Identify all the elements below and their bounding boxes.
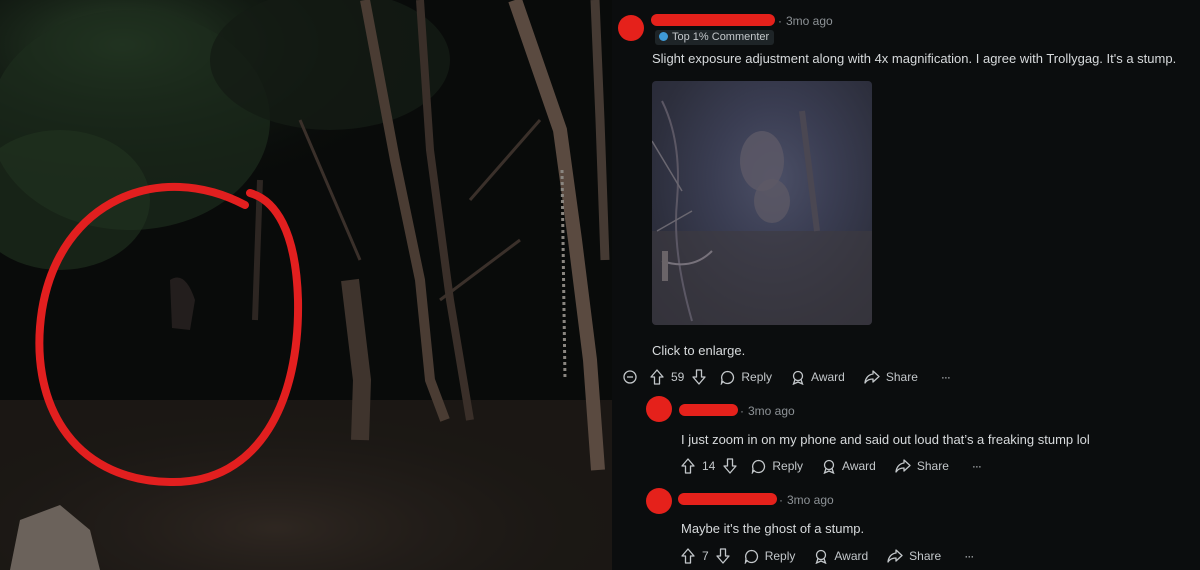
vote-count: 7 [702,549,709,563]
comment-actions: 7 Reply Award Share ··· [681,546,974,566]
more-options-button[interactable]: ··· [964,549,974,563]
comment-timestamp: · 3mo ago [740,404,795,418]
reply-button[interactable]: Reply [751,459,803,474]
reply-button[interactable]: Reply [744,549,796,564]
share-label: Share [916,459,949,473]
more-options-button[interactable]: ··· [940,370,951,384]
share-arrow-icon [864,370,880,384]
reply-label: Reply [741,370,773,384]
comment-body: I just zoom in on my phone and said out … [681,432,1090,447]
more-options-button[interactable]: ··· [971,459,982,473]
share-button[interactable]: Share [887,549,941,563]
share-arrow-icon [887,549,903,563]
award-label: Award [834,549,869,563]
upvote-button[interactable] [681,458,695,474]
timestamp-text: 3mo ago [786,14,833,28]
downvote-icon [716,548,730,564]
downvote-button[interactable] [723,458,738,474]
comment-timestamp: · 3mo ago [779,493,834,507]
timestamp-text: 3mo ago [748,404,795,418]
reply-label: Reply [772,459,804,473]
comment-actions: 14 Reply Award Share ··· [681,456,982,476]
flair-icon [659,32,668,41]
user-flair: Top 1% Commenter [655,30,775,45]
vote-count: 59 [671,370,684,384]
award-label: Award [842,459,876,473]
award-button[interactable]: Award [822,459,876,474]
award-button[interactable]: Award [814,549,868,564]
reply-button[interactable]: Reply [720,370,772,385]
award-icon [792,370,804,385]
comment-body: Slight exposure adjustment along with 4x… [652,51,1177,66]
downvote-button[interactable] [692,369,707,385]
thumbnail-image [652,100,872,325]
more-icon: ··· [964,549,974,563]
avatar[interactable] [646,488,672,514]
more-icon: ··· [940,370,951,384]
redacted-username [651,14,775,26]
share-label: Share [885,370,918,384]
vote-count-text: 14 [702,459,716,473]
upvote-icon [681,458,695,474]
upvote-icon [650,369,664,385]
comment-image-thumbnail[interactable] [652,81,872,325]
comment-thread: · 3mo ago Top 1% Commenter Slight exposur… [612,0,1200,570]
share-arrow-icon [895,459,911,473]
award-button[interactable]: Award [791,370,845,385]
comment-timestamp: · 3mo ago [778,14,833,28]
image-caption[interactable]: Click to enlarge. [652,343,745,358]
award-icon [815,549,827,564]
collapse-icon [623,370,637,384]
avatar[interactable] [646,396,672,422]
vote-count-text: 59 [671,370,685,384]
comment-actions: 59 Reply Award Share ··· [623,367,951,387]
reply-bubble-icon [721,370,735,385]
comment-body: Maybe it's the ghost of a stump. [681,521,865,536]
flair-text: Top 1% Commenter [672,31,770,43]
timestamp-text: 3mo ago [787,493,834,507]
redacted-username [678,493,777,505]
reply-bubble-icon [752,459,766,474]
collapse-button[interactable] [623,370,637,384]
award-label: Award [811,370,845,384]
upvote-icon [681,548,695,564]
photo-scene [0,0,612,570]
reply-bubble-icon [744,549,758,564]
share-button[interactable]: Share [864,370,918,384]
redacted-username [679,404,738,416]
downvote-button[interactable] [716,548,730,564]
night-forest-photo [0,0,612,570]
downvote-icon [692,369,707,385]
avatar[interactable] [618,15,644,41]
upvote-button[interactable] [681,548,695,564]
share-button[interactable]: Share [895,459,949,473]
award-icon [823,459,835,474]
vote-count-text: 7 [702,549,709,563]
share-label: Share [909,549,942,563]
downvote-icon [723,458,738,474]
more-icon: ··· [971,459,982,473]
upvote-button[interactable] [650,369,664,385]
vote-count: 14 [702,459,715,473]
reply-label: Reply [764,549,796,563]
